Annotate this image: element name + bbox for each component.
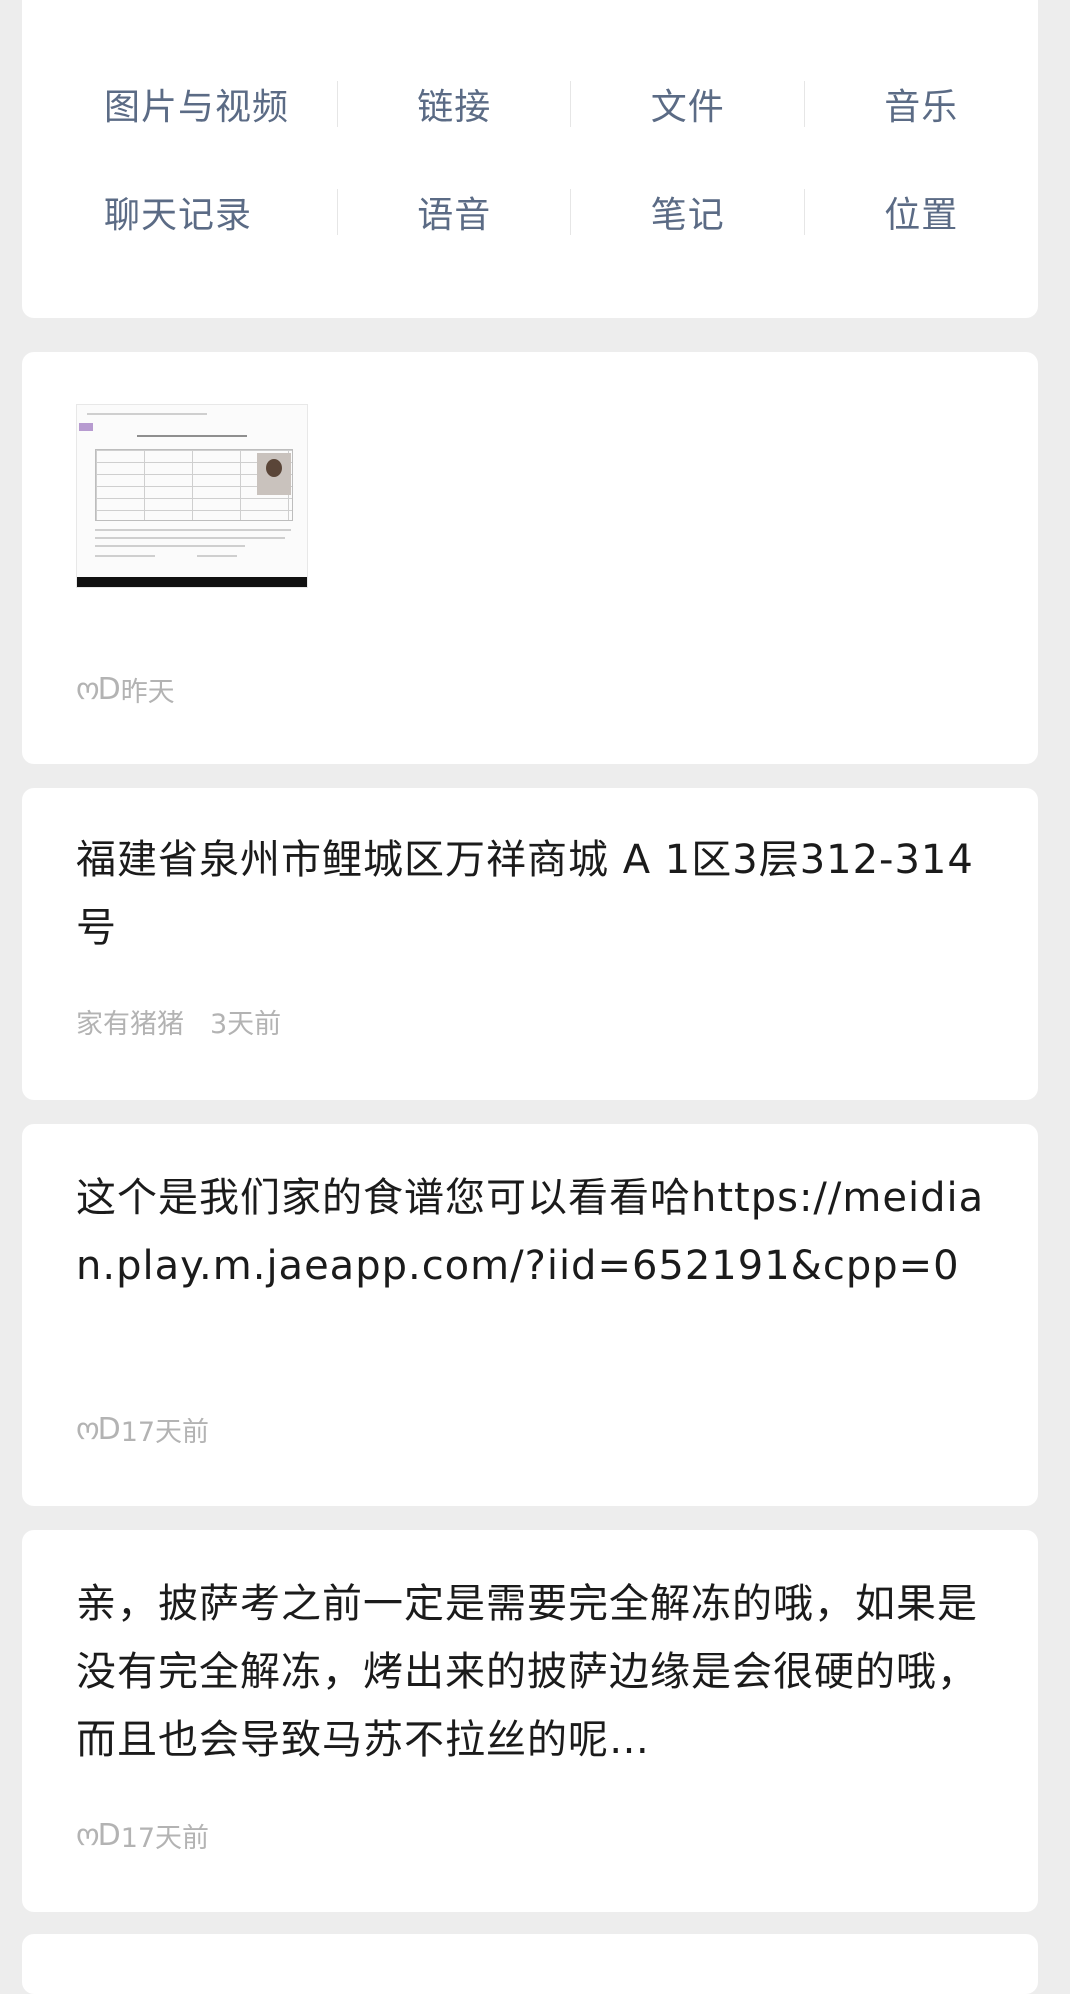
item-time: 3天前 <box>210 1009 282 1040</box>
sender-name: 家有猪猪 <box>76 1009 184 1040</box>
filter-music[interactable]: 音乐 <box>805 78 1039 130</box>
sender-name: ოD <box>76 672 121 707</box>
filter-images-videos[interactable]: 图片与视频 <box>22 78 338 130</box>
sender-name: ოD <box>76 1818 121 1853</box>
item-meta: ოD 17天前 <box>76 1410 209 1449</box>
item-time: 昨天 <box>120 677 175 708</box>
favorite-item-address[interactable]: 福建省泉州市鲤城区万祥商城 A 1区3层312-314号 家有猪猪 3天前 <box>22 788 1038 1100</box>
filter-notes[interactable]: 笔记 <box>571 186 805 238</box>
portrait-photo <box>257 453 291 495</box>
message-text: 亲，披萨考之前一定是需要完全解冻的哦，如果是没有完全解冻，烤出来的披萨边缘是会很… <box>76 1581 978 1763</box>
message-text: 福建省泉州市鲤城区万祥商城 A 1区3层312-314号 <box>76 837 974 951</box>
item-meta: ოD 昨天 <box>76 670 175 709</box>
item-time: 17天前 <box>120 1823 210 1854</box>
favorite-item-recipe-link[interactable]: 这个是我们家的食谱您可以看看哈https://meidian.play.m.ja… <box>22 1124 1038 1506</box>
filter-chat-history[interactable]: 聊天记录 <box>22 186 338 238</box>
filter-links[interactable]: 链接 <box>338 78 571 130</box>
document-image-thumbnail[interactable] <box>76 404 308 588</box>
item-meta: 家有猪猪 3天前 <box>76 1002 281 1041</box>
filter-files[interactable]: 文件 <box>571 78 805 130</box>
favorite-item-pizza-tip[interactable]: 亲，披萨考之前一定是需要完全解冻的哦，如果是没有完全解冻，烤出来的披萨边缘是会很… <box>22 1530 1038 1912</box>
category-row-2: 聊天记录 语音 笔记 位置 <box>22 158 1038 266</box>
sender-name: ოD <box>76 1412 121 1447</box>
category-row-1: 图片与视频 链接 文件 音乐 <box>22 50 1038 158</box>
category-filter-card: 图片与视频 链接 文件 音乐 聊天记录 语音 笔记 位置 <box>22 0 1038 318</box>
filter-location[interactable]: 位置 <box>805 186 1039 238</box>
filter-voice[interactable]: 语音 <box>338 186 571 238</box>
category-filter-grid: 图片与视频 链接 文件 音乐 聊天记录 语音 笔记 位置 <box>22 50 1038 266</box>
item-meta: ოD 17天前 <box>76 1816 209 1855</box>
message-text: 这个是我们家的食谱您可以看看哈https://meidian.play.m.ja… <box>76 1175 985 1289</box>
favorite-item-next[interactable] <box>22 1934 1038 1994</box>
favorite-item-image[interactable]: ოD 昨天 <box>22 352 1038 764</box>
item-time: 17天前 <box>120 1417 210 1448</box>
